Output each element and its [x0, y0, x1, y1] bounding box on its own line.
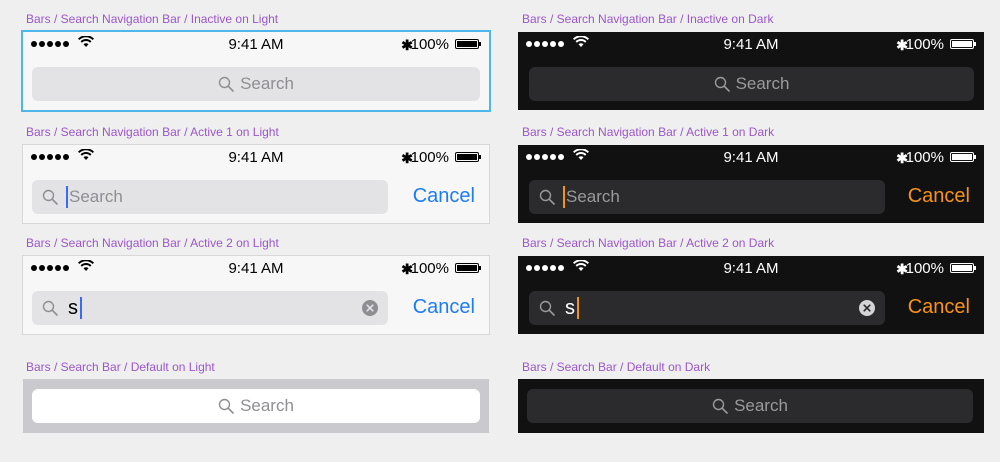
battery-percent: 100%: [905, 149, 944, 166]
battery-percent: 100%: [410, 36, 449, 53]
search-nav-bar-active1-light[interactable]: 9:41 AM ✱ 100% Search Cancel: [23, 145, 489, 223]
search-bar-default-dark[interactable]: Search: [518, 379, 984, 433]
status-bar: 9:41 AM ✱ 100%: [23, 256, 489, 280]
frame-label-active2-dark: Bars / Search Navigation Bar / Active 2 …: [522, 236, 775, 250]
search-field[interactable]: s: [32, 291, 388, 325]
search-field[interactable]: Search: [32, 389, 480, 423]
search-icon: [539, 189, 555, 205]
text-caret: [80, 297, 82, 319]
status-bar: 9:41 AM ✱ 100%: [23, 32, 489, 56]
text-caret: [66, 186, 68, 208]
status-bar: 9:41 AM ✱ 100%: [23, 145, 489, 169]
search-query: s: [68, 296, 78, 319]
search-nav-bar-active2-dark[interactable]: 9:41 AM ✱ 100% s Cancel: [518, 256, 984, 334]
status-bar: 9:41 AM ✱ 100%: [518, 32, 984, 56]
cancel-button[interactable]: Cancel: [413, 185, 475, 208]
search-field[interactable]: s: [529, 291, 885, 325]
text-caret: [563, 186, 565, 208]
frame-label-searchbar-dark: Bars / Search Bar / Default on Dark: [522, 360, 711, 374]
search-icon: [218, 398, 234, 414]
search-field[interactable]: Search: [32, 180, 388, 214]
battery-icon: [455, 152, 481, 162]
cancel-button[interactable]: Cancel: [908, 296, 970, 319]
battery-icon: [950, 39, 976, 49]
frame-label-inactive-light: Bars / Search Navigation Bar / Inactive …: [26, 12, 279, 26]
search-field[interactable]: Search: [529, 67, 974, 101]
battery-icon: [455, 39, 481, 49]
search-field[interactable]: Search: [527, 389, 973, 423]
battery-icon: [950, 152, 976, 162]
search-bar-default-light[interactable]: Search: [23, 379, 489, 433]
status-bar: 9:41 AM ✱ 100%: [518, 145, 984, 169]
search-icon: [42, 189, 58, 205]
cancel-button[interactable]: Cancel: [908, 185, 970, 208]
search-placeholder: Search: [735, 74, 790, 93]
search-icon: [712, 398, 728, 414]
frame-label-active2-light: Bars / Search Navigation Bar / Active 2 …: [26, 236, 279, 250]
battery-percent: 100%: [905, 36, 944, 53]
search-nav-bar-inactive-dark[interactable]: 9:41 AM ✱ 100% Search: [518, 32, 984, 110]
frame-label-active1-dark: Bars / Search Navigation Bar / Active 1 …: [522, 125, 775, 139]
status-bar: 9:41 AM ✱ 100%: [518, 256, 984, 280]
search-field[interactable]: Search: [529, 180, 885, 214]
search-field[interactable]: Search: [32, 67, 480, 101]
search-placeholder: Search: [734, 396, 788, 415]
battery-icon: [455, 263, 481, 273]
search-query: s: [565, 296, 575, 319]
clear-icon[interactable]: [859, 300, 875, 316]
battery-percent: 100%: [410, 260, 449, 277]
battery-percent: 100%: [410, 149, 449, 166]
search-placeholder: Search: [240, 396, 294, 415]
search-placeholder: Search: [69, 187, 123, 206]
clear-icon[interactable]: [362, 300, 378, 316]
search-nav-bar-active2-light[interactable]: 9:41 AM ✱ 100% s Cancel: [23, 256, 489, 334]
search-nav-bar-active1-dark[interactable]: 9:41 AM ✱ 100% Search Cancel: [518, 145, 984, 223]
search-icon: [218, 76, 234, 92]
search-placeholder: Search: [566, 187, 620, 206]
search-icon: [539, 300, 555, 316]
battery-icon: [950, 263, 976, 273]
cancel-button[interactable]: Cancel: [413, 296, 475, 319]
battery-percent: 100%: [905, 260, 944, 277]
search-nav-bar-inactive-light[interactable]: 9:41 AM ✱ 100% Search: [23, 32, 489, 110]
search-icon: [714, 76, 730, 92]
frame-label-searchbar-light: Bars / Search Bar / Default on Light: [26, 360, 215, 374]
search-placeholder: Search: [240, 74, 294, 93]
search-icon: [42, 300, 58, 316]
frame-label-active1-light: Bars / Search Navigation Bar / Active 1 …: [26, 125, 279, 139]
frame-label-inactive-dark: Bars / Search Navigation Bar / Inactive …: [522, 12, 774, 26]
text-caret: [577, 297, 579, 319]
